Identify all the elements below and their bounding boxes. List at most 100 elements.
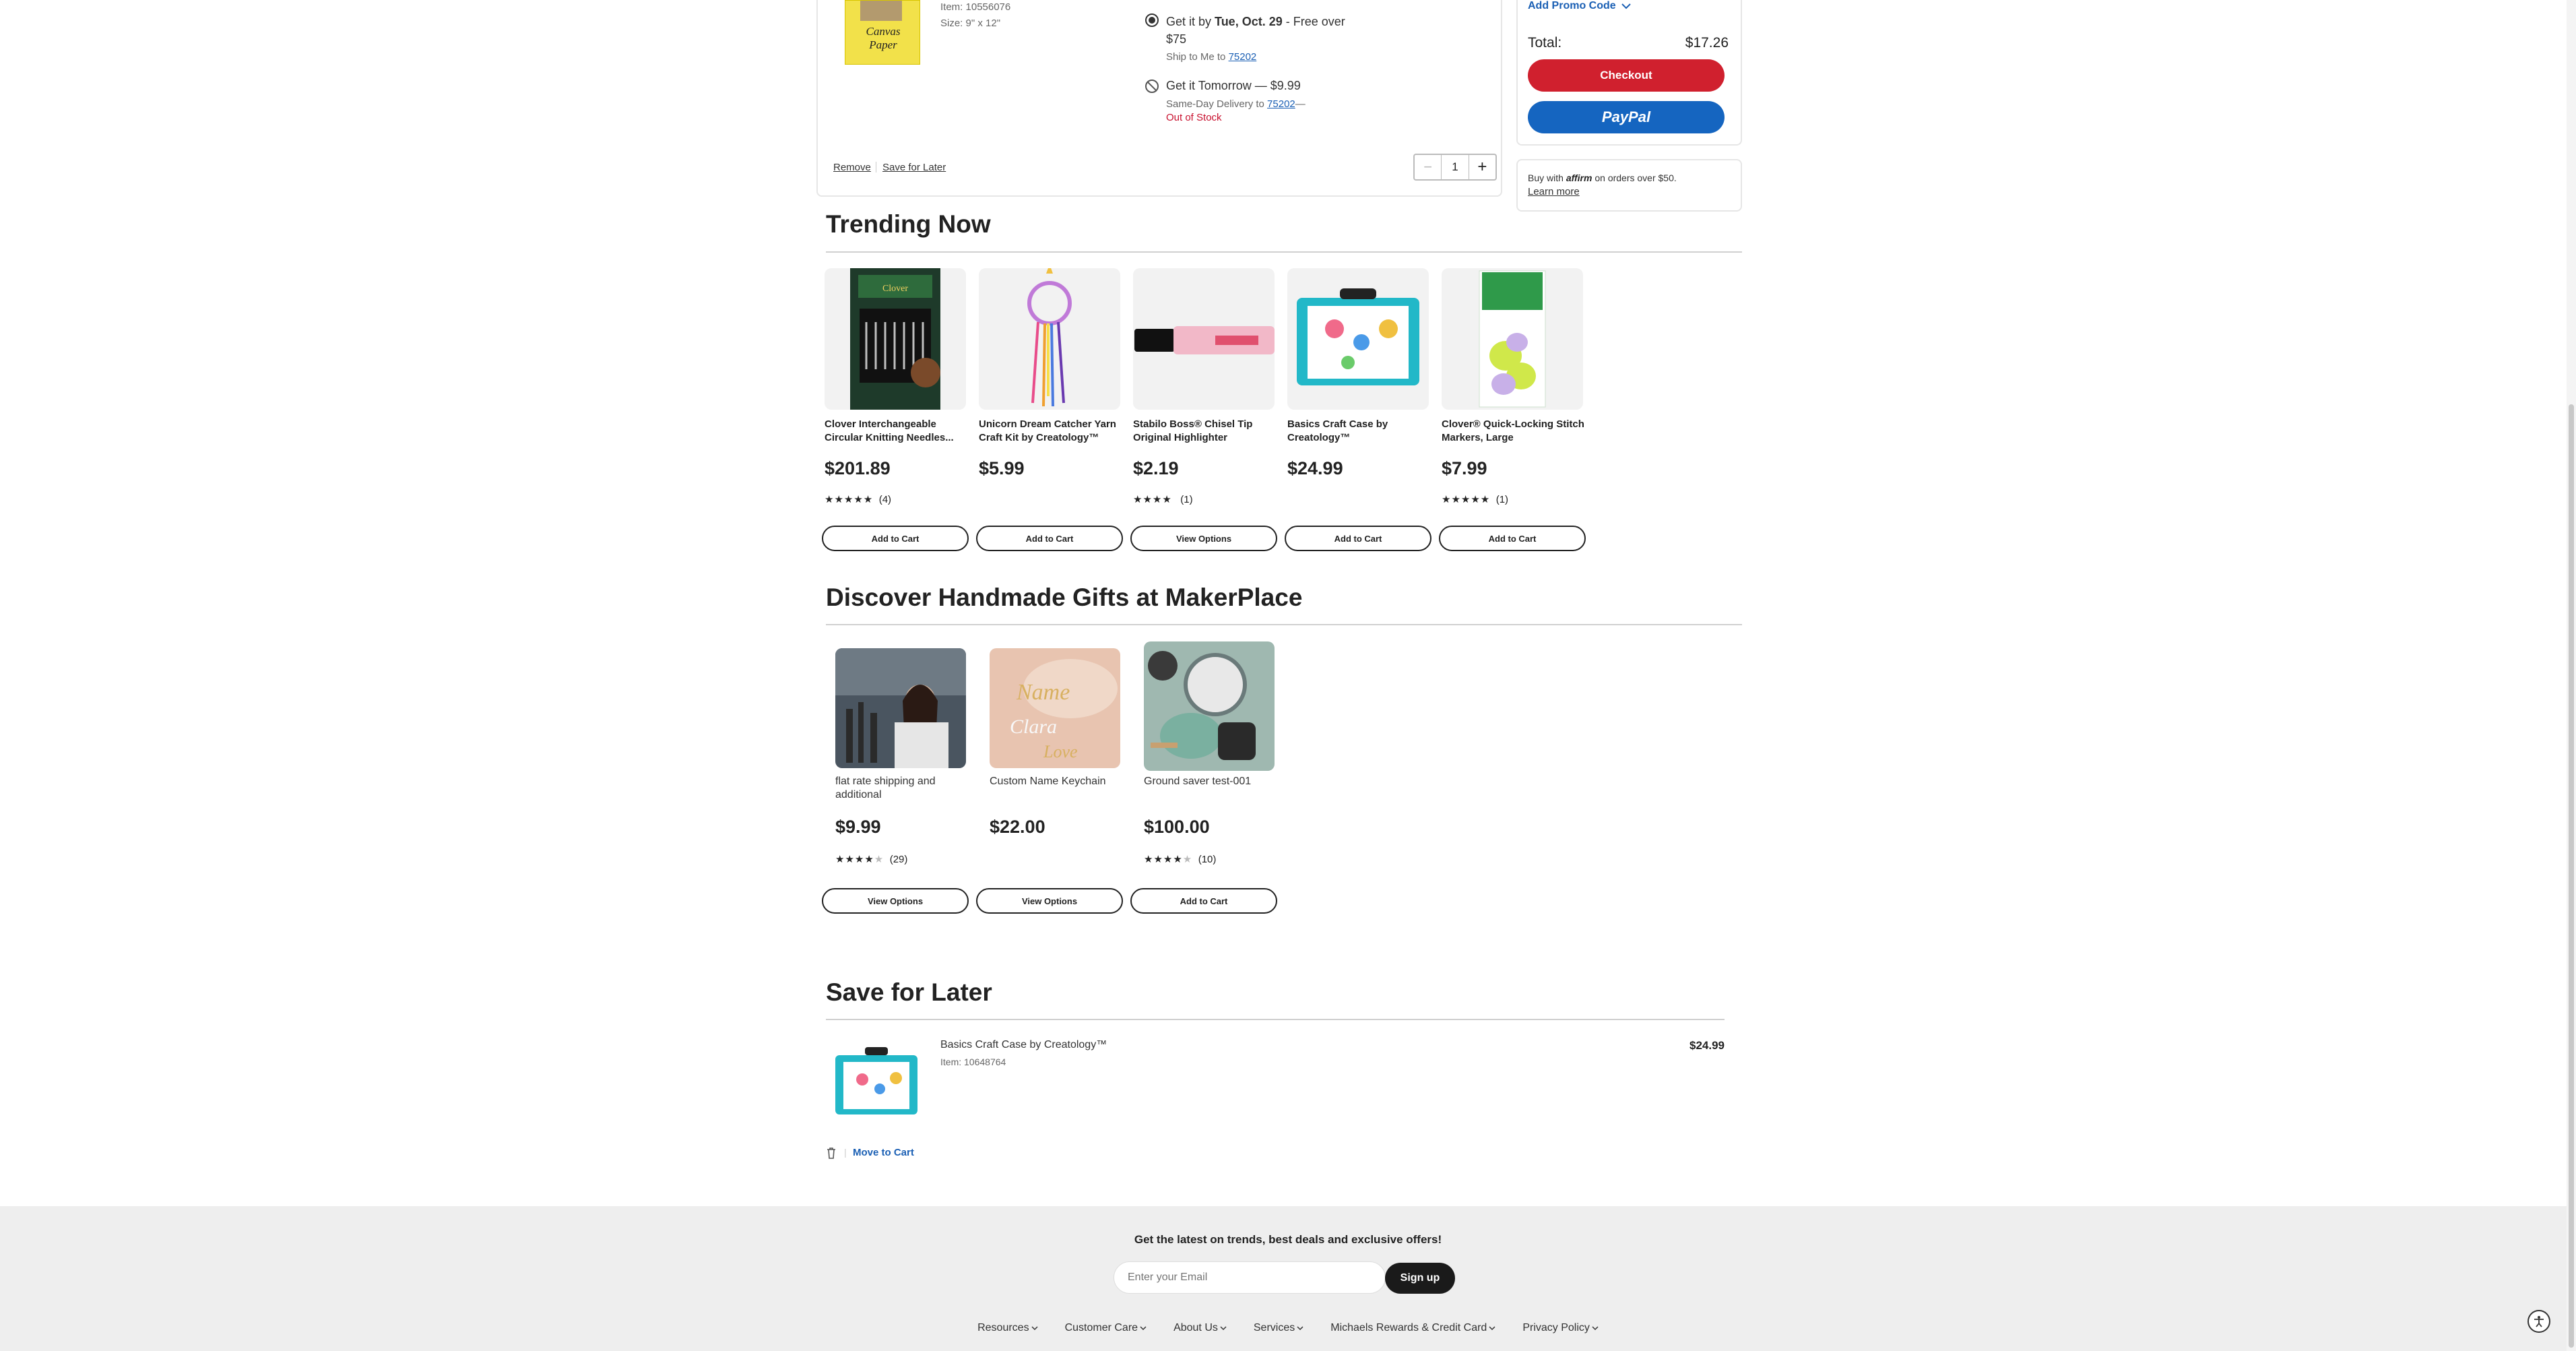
add-promo-code-link[interactable]: Add Promo Code [1528, 0, 1631, 12]
product-price: $7.99 [1442, 458, 1487, 478]
footer-link-resources[interactable]: Resources [977, 1322, 1038, 1334]
product-image[interactable]: Name Clara Love [990, 648, 1120, 768]
product-card: Clover® Quick-Locking Stitch Markers, La… [1442, 268, 1584, 505]
product-image[interactable] [835, 648, 966, 768]
makerplace-card: flat rate shipping and additional $9.99 … [835, 648, 966, 865]
chevron-down-icon [1031, 1326, 1038, 1331]
decrease-quantity-button[interactable]: − [1415, 155, 1442, 179]
chevron-down-icon [1140, 1326, 1147, 1331]
paypal-button[interactable]: PayPal [1528, 101, 1725, 133]
product-name[interactable]: Basics Craft Case by Creatology™ [1287, 418, 1430, 445]
product-name[interactable]: Unicorn Dream Catcher Yarn Craft Kit by … [979, 418, 1122, 445]
product-image[interactable] [1144, 641, 1275, 771]
scrollbar-thumb[interactable] [2569, 404, 2574, 1348]
checkout-button[interactable]: Checkout [1528, 59, 1725, 92]
product-price: $24.99 [1287, 458, 1343, 478]
footer-link-about-us[interactable]: About Us [1173, 1322, 1227, 1334]
stitch-markers-image [1479, 270, 1546, 408]
cart-item-size: Size: 9" x 12" [940, 18, 1001, 29]
saved-item-price: $24.99 [1689, 1039, 1725, 1052]
product-name[interactable]: Ground saver test-001 [1144, 775, 1276, 788]
product-image[interactable] [979, 268, 1120, 410]
product-image[interactable]: Clover [825, 268, 966, 410]
sameday-title: Get it Tomorrow — $9.99 [1166, 79, 1301, 92]
product-name[interactable]: Stabilo Boss® Chisel Tip Original Highli… [1133, 418, 1276, 445]
product-price: $5.99 [979, 458, 1025, 478]
add-to-cart-button[interactable]: Add to Cart [822, 526, 969, 551]
move-to-cart-button[interactable]: Move to Cart [853, 1147, 914, 1158]
save-for-later-title: Save for Later [826, 978, 992, 1006]
add-to-cart-button[interactable]: Add to Cart [1439, 526, 1586, 551]
sameday-zip-link[interactable]: 75202 [1267, 98, 1295, 110]
add-to-cart-button[interactable]: Add to Cart [1130, 888, 1277, 914]
unavailable-icon [1145, 80, 1159, 93]
product-thumbnail[interactable]: Canvas Paper [845, 0, 920, 65]
email-input[interactable] [1114, 1261, 1386, 1294]
chevron-down-icon [1297, 1326, 1303, 1331]
footer-link-services[interactable]: Services [1254, 1322, 1303, 1334]
learn-more-link[interactable]: Learn more [1528, 186, 1580, 197]
product-image[interactable] [1442, 268, 1583, 410]
product-card: Unicorn Dream Catcher Yarn Craft Kit by … [979, 268, 1120, 478]
view-options-button[interactable]: View Options [822, 888, 969, 914]
svg-text:Clover: Clover [882, 284, 908, 294]
trash-icon[interactable] [826, 1147, 837, 1162]
out-of-stock-label: Out of Stock [1166, 112, 1222, 123]
view-options-button[interactable]: View Options [976, 888, 1123, 914]
footer-link-rewards[interactable]: Michaels Rewards & Credit Card [1330, 1322, 1495, 1334]
save-for-later-button[interactable]: Save for Later [882, 162, 946, 173]
review-count: (10) [1198, 854, 1217, 865]
affirm-logo: affirm [1566, 172, 1592, 183]
view-options-button[interactable]: View Options [1130, 526, 1277, 551]
accessibility-button[interactable] [2527, 1310, 2550, 1333]
knitting-needles-kit-image: Clover [850, 268, 940, 410]
add-to-cart-button[interactable]: Add to Cart [1285, 526, 1431, 551]
star-rating-icon: ★★★★ [1133, 494, 1172, 505]
ship-zip-link[interactable]: 75202 [1229, 51, 1257, 63]
footer-link-privacy-policy[interactable]: Privacy Policy [1522, 1322, 1599, 1334]
ship-to-me-radio[interactable] [1145, 13, 1159, 27]
product-name[interactable]: Clover Interchangeable Circular Knitting… [825, 418, 967, 445]
product-name[interactable]: flat rate shipping and additional [835, 775, 967, 802]
total-value: $17.26 [1685, 35, 1729, 51]
product-image[interactable] [1133, 268, 1275, 410]
product-image[interactable] [1287, 268, 1429, 410]
review-count: (1) [1180, 494, 1193, 505]
chevron-down-icon [1621, 3, 1631, 9]
increase-quantity-button[interactable]: + [1469, 155, 1495, 179]
chevron-down-icon [1489, 1326, 1495, 1331]
product-rating: ★★★★ (1) [1133, 493, 1193, 506]
quantity-value[interactable]: 1 [1442, 155, 1469, 179]
dream-catcher-image [1027, 268, 1072, 407]
add-to-cart-button[interactable]: Add to Cart [976, 526, 1123, 551]
product-rating: ★★★★★ (10) [1144, 853, 1216, 866]
saved-item-name[interactable]: Basics Craft Case by Creatology™ [940, 1039, 1107, 1051]
product-name[interactable]: Clover® Quick-Locking Stitch Markers, La… [1442, 418, 1584, 445]
highlighter-image [1134, 326, 1275, 354]
newsletter-text: Get the latest on trends, best deals and… [1134, 1233, 1442, 1246]
chevron-down-icon [1220, 1326, 1227, 1331]
section-divider [826, 624, 1742, 625]
product-card: Stabilo Boss® Chisel Tip Original Highli… [1133, 268, 1275, 505]
signup-button[interactable]: Sign up [1385, 1263, 1455, 1294]
accessibility-icon [2534, 1316, 2544, 1327]
star-rating-icon: ★★★★ [835, 854, 874, 865]
svg-text:Clara: Clara [1010, 716, 1057, 738]
review-count: (4) [878, 494, 892, 505]
total-label: Total: [1528, 35, 1562, 51]
saved-item-image[interactable] [833, 1043, 920, 1119]
makerplace-card: Name Clara Love Custom Name Keychain $22… [990, 648, 1120, 837]
product-price: $9.99 [835, 817, 881, 837]
empty-star-icon: ★ [1182, 854, 1193, 865]
product-card: Basics Craft Case by Creatology™ $24.99 [1287, 268, 1429, 478]
review-count: (29) [889, 854, 908, 865]
product-card: Clover Clover Interchangeable Circular K… [825, 268, 966, 505]
footer-links: Resources Customer Care About Us Service… [808, 1322, 1768, 1334]
thumbnail-text: Canvas Paper [866, 25, 901, 51]
product-name[interactable]: Custom Name Keychain [990, 775, 1122, 788]
remove-button[interactable]: Remove [833, 162, 871, 173]
product-price: $22.00 [990, 817, 1045, 837]
sameday-desc: Same-Day Delivery to 75202— [1166, 98, 1306, 110]
star-rating-icon: ★★★★★ [1442, 494, 1491, 505]
footer-link-customer-care[interactable]: Customer Care [1065, 1322, 1147, 1334]
